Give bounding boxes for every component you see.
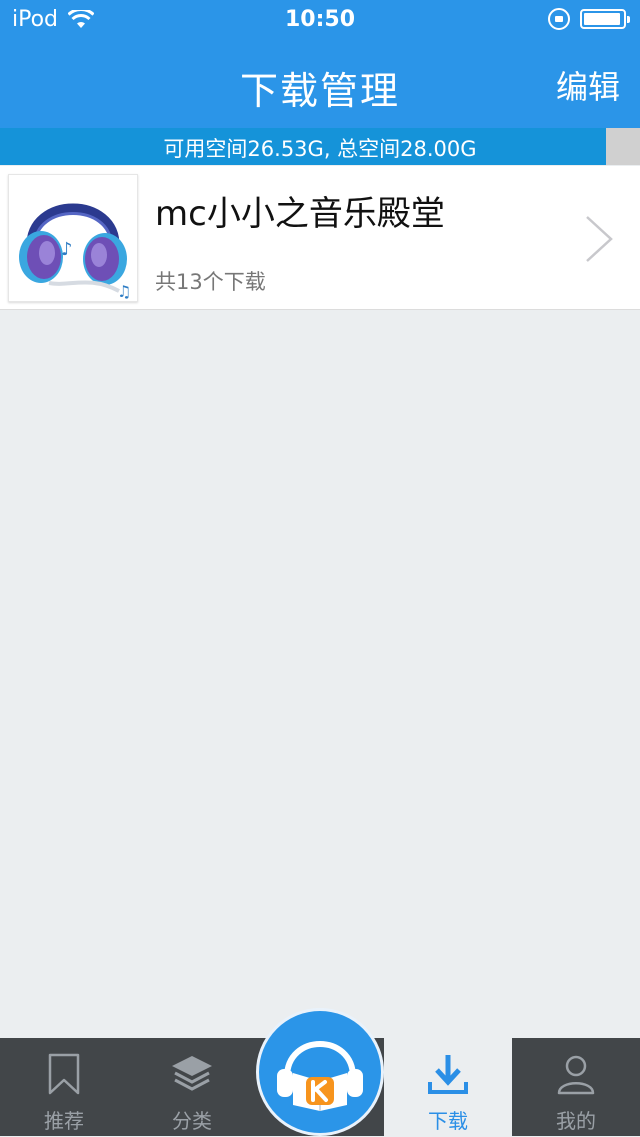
storage-text: 可用空间26.53G, 总空间28.00G (163, 137, 477, 161)
download-icon (428, 1055, 468, 1094)
status-time: 10:50 (284, 7, 356, 32)
list-item[interactable]: ♪ ♫ mc小小之音乐殿堂 共13个下载 (0, 166, 640, 310)
user-icon (557, 1055, 595, 1095)
battery-icon (580, 9, 630, 29)
album-cover: ♪ ♫ (8, 174, 138, 302)
tab-mine-label: 我的 (556, 1109, 596, 1133)
tab-mine[interactable]: 我的 (512, 1038, 640, 1136)
player-center-button[interactable] (256, 1008, 384, 1136)
headphones-icon: ♪ ♫ (19, 203, 131, 301)
svg-text:♫: ♫ (117, 282, 131, 301)
tab-recommend[interactable]: 推荐 (0, 1038, 128, 1136)
status-bar: iPod 10:50 (0, 0, 640, 40)
headphones-book-logo-icon (277, 1041, 363, 1111)
tab-download[interactable]: 下载 (384, 1038, 512, 1136)
download-title: mc小小之音乐殿堂 (155, 194, 445, 234)
tab-download-label: 下载 (428, 1109, 468, 1133)
storage-bar: 可用空间26.53G, 总空间28.00G (0, 128, 640, 165)
tab-category-label: 分类 (172, 1109, 212, 1133)
rotation-lock-icon (548, 8, 570, 30)
layers-icon (172, 1056, 212, 1091)
status-right (548, 8, 630, 30)
page-title: 下载管理 (239, 69, 400, 113)
svg-text:♪: ♪ (61, 239, 73, 260)
tab-recommend-label: 推荐 (44, 1109, 84, 1133)
bookmark-icon (48, 1053, 80, 1095)
header: iPod 10:50 下载管理 编辑 (0, 0, 640, 128)
edit-button[interactable]: 编辑 (556, 62, 620, 108)
tab-category[interactable]: 分类 (128, 1038, 256, 1136)
download-count: 共13个下载 (155, 270, 266, 294)
chevron-right-icon (586, 216, 613, 262)
